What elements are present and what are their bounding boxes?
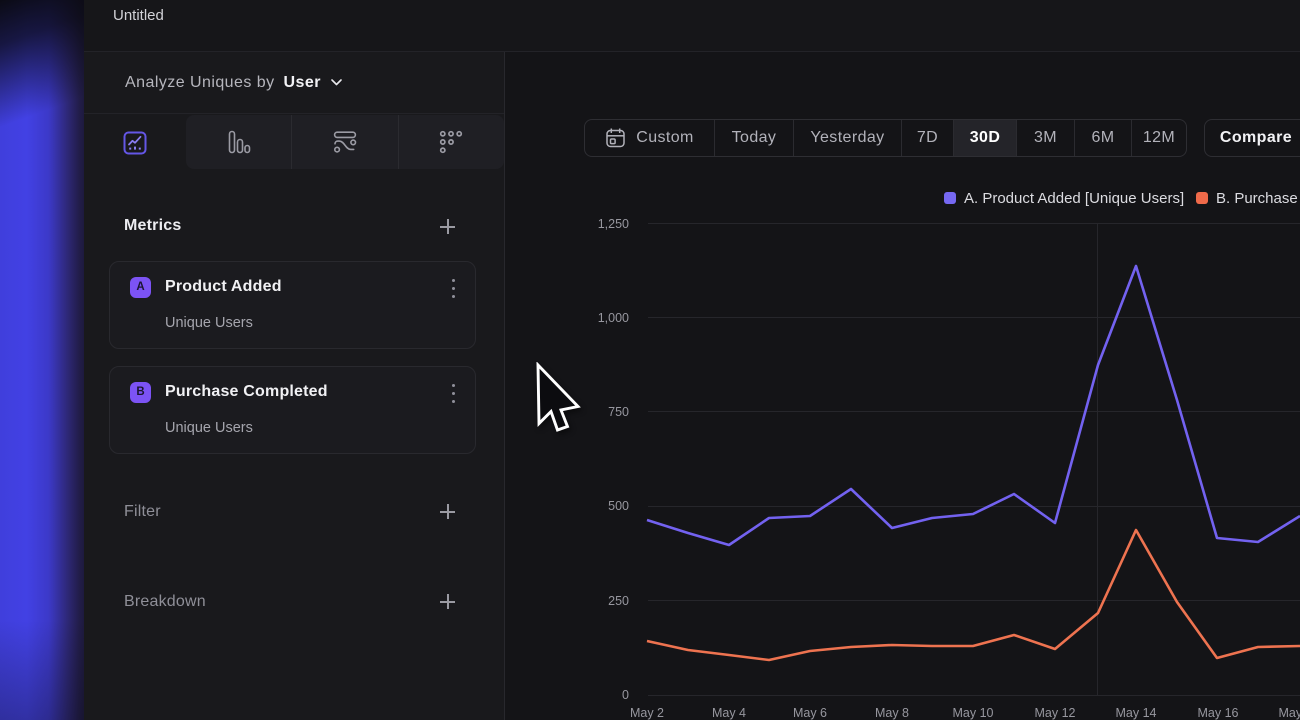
svg-text:500: 500 bbox=[608, 499, 629, 513]
svg-text:May 2: May 2 bbox=[630, 706, 664, 720]
svg-text:May 14: May 14 bbox=[1116, 706, 1157, 720]
svg-text:May 16: May 16 bbox=[1198, 706, 1239, 720]
svg-text:1,250: 1,250 bbox=[598, 217, 629, 231]
svg-text:0: 0 bbox=[622, 688, 629, 702]
svg-text:May 6: May 6 bbox=[793, 706, 827, 720]
svg-text:May 18: May 18 bbox=[1279, 706, 1300, 720]
svg-text:250: 250 bbox=[608, 594, 629, 608]
svg-text:May 4: May 4 bbox=[712, 706, 746, 720]
svg-text:May 8: May 8 bbox=[875, 706, 909, 720]
svg-text:May 10: May 10 bbox=[953, 706, 994, 720]
svg-text:750: 750 bbox=[608, 405, 629, 419]
svg-text:1,000: 1,000 bbox=[598, 311, 629, 325]
svg-text:May 12: May 12 bbox=[1035, 706, 1076, 720]
